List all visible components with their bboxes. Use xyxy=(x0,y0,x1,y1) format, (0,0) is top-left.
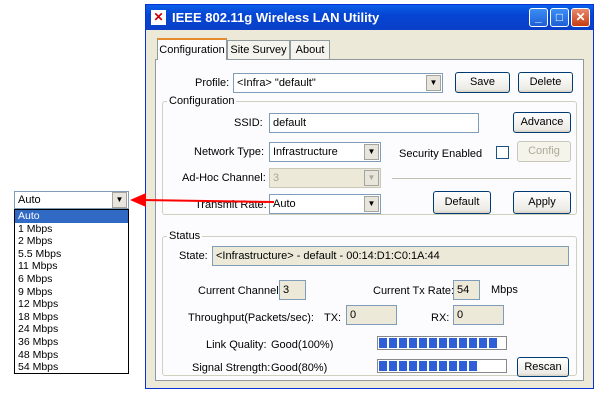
arrow-shaft xyxy=(141,199,275,203)
tab-configuration[interactable]: Configuration xyxy=(157,38,227,60)
annotation-arrow xyxy=(130,193,275,207)
arrow-head xyxy=(130,193,146,207)
